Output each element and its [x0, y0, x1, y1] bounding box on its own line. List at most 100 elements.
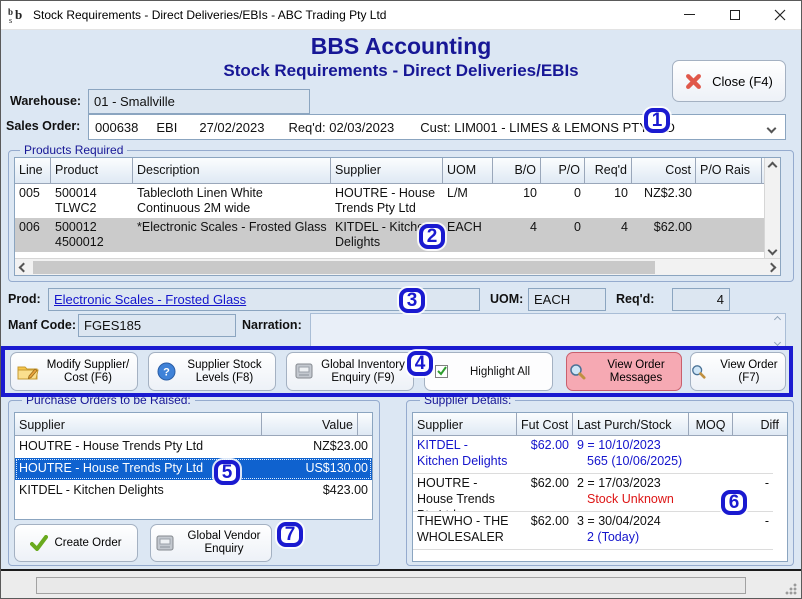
cell-moq [689, 512, 733, 549]
cell-supplier: THEWHO - THE WHOLESALER [413, 512, 517, 549]
create-order-button[interactable]: Create Order [14, 524, 138, 562]
narration-textarea[interactable] [310, 313, 786, 349]
scrollbar-thumb[interactable] [33, 261, 655, 274]
cell-cost: NZ$2.30 [632, 184, 696, 218]
cell-bo: 4 [493, 218, 541, 252]
narration-scrollbar[interactable] [772, 317, 782, 345]
annotation-marker-5: 5 [214, 460, 240, 485]
reqd-field[interactable]: 4 [672, 288, 730, 311]
global-inventory-enquiry-label: Global Inventory Enquiry (F9) [320, 359, 406, 385]
cell-description: *Electronic Scales - Frosted Glass [133, 218, 331, 252]
chevron-down-icon[interactable] [767, 124, 777, 134]
sales-order-customer: Cust: LIM001 - LIMES & LEMONS PTY LTD [420, 120, 675, 135]
cell-supplier: HOUTRE - House Trends Pty Ltd [15, 436, 276, 458]
sales-order-type: EBI [156, 120, 177, 135]
minimize-button[interactable] [667, 0, 712, 29]
scroll-down-icon[interactable] [768, 246, 778, 256]
scroll-up-icon[interactable] [768, 162, 778, 172]
manf-code-field[interactable]: FGES185 [78, 314, 236, 337]
products-required-label: Products Required [20, 143, 127, 157]
cell-fut-cost: $62.00 [517, 512, 573, 549]
cell-cost: $62.00 [632, 218, 696, 252]
purchase-order-row[interactable]: HOUTRE - House Trends Pty Ltd NZ$23.00 [15, 436, 372, 458]
column-header-uom: UOM [443, 158, 493, 183]
global-vendor-enquiry-button[interactable]: Global Vendor Enquiry [150, 524, 272, 562]
purchase-order-row-selected[interactable]: HOUTRE - House Trends Pty Ltd US$130.00 [15, 458, 372, 480]
cell-supplier: HOUTRE - House Trends Pty Ltd [331, 184, 443, 218]
scroll-down-icon[interactable] [773, 339, 780, 346]
maximize-button[interactable] [712, 0, 757, 29]
scroll-right-icon[interactable] [767, 263, 777, 273]
cell-fut-cost: $62.00 [517, 474, 573, 511]
reqd-label: Req'd: [616, 292, 654, 306]
supplier-stock-levels-label: Supplier Stock Levels (F8) [182, 359, 268, 385]
global-inventory-enquiry-button[interactable]: Global Inventory Enquiry (F9) [286, 352, 414, 391]
cell-fut-cost: $62.00 [517, 436, 573, 473]
column-header-value: Value [262, 413, 358, 435]
window-title: Stock Requirements - Direct Deliveries/E… [33, 8, 386, 22]
product-link[interactable]: Electronic Scales - Frosted Glass [54, 292, 246, 307]
supplier-detail-row[interactable]: THEWHO - THE WHOLESALER $62.00 3 = 30/04… [413, 512, 773, 550]
annotation-marker-1: 1 [644, 108, 670, 133]
resize-grip[interactable] [784, 582, 797, 595]
narration-label: Narration: [242, 318, 302, 332]
modify-supplier-cost-button[interactable]: Modify Supplier/ Cost (F6) [10, 352, 138, 391]
cell-reqd: 10 [585, 184, 632, 218]
terminal-icon [155, 535, 175, 552]
product-row-selected[interactable]: 006 5000124500012 *Electronic Scales - F… [15, 218, 764, 252]
manf-code-value: FGES185 [84, 318, 141, 333]
scroll-left-icon[interactable] [19, 263, 29, 273]
column-header-fut-cost: Fut Cost [517, 413, 573, 435]
vertical-scrollbar[interactable] [764, 158, 780, 259]
column-header-supplier: Supplier [15, 413, 262, 435]
cell-diff: - [733, 512, 773, 549]
close-icon [774, 9, 786, 21]
cell-last-purch: 2 = 17/03/2023Stock Unknown [573, 474, 689, 511]
column-header-reqd: Req'd [585, 158, 632, 183]
cell-po: 0 [541, 218, 585, 252]
app-title: BBS Accounting [0, 33, 802, 60]
column-header-cost: Cost [632, 158, 696, 183]
cell-line: 006 [15, 218, 51, 252]
maximize-icon [730, 10, 740, 20]
supplier-details-header: Supplier Fut Cost Last Purch/Stock MOQ D… [413, 413, 787, 436]
purchase-order-row[interactable]: KITDEL - Kitchen Delights $423.00 [15, 480, 372, 502]
uom-field[interactable]: EACH [528, 288, 606, 311]
products-table-header: Line Product Description Supplier UOM B/… [15, 158, 780, 184]
warehouse-field[interactable]: 01 - Smallville [88, 89, 310, 114]
sales-order-date: 27/02/2023 [199, 120, 264, 135]
sales-order-number: 000638 [95, 120, 138, 135]
column-header-po: P/O [541, 158, 585, 183]
uom-value: EACH [534, 292, 570, 307]
view-order-f7-button[interactable]: View Order (F7) [690, 352, 786, 391]
supplier-detail-row[interactable]: KITDEL - Kitchen Delights $62.00 9 = 10/… [413, 436, 773, 474]
magnifier-icon [691, 363, 707, 381]
supplier-details-table: Supplier Fut Cost Last Purch/Stock MOQ D… [412, 412, 788, 562]
svg-text:b: b [15, 7, 22, 22]
scroll-up-icon[interactable] [773, 316, 780, 323]
column-header-supplier: Supplier [413, 413, 517, 435]
supplier-detail-row[interactable]: HOUTRE - House Trends Pty Ltd $62.00 2 =… [413, 474, 773, 512]
view-order-messages-button[interactable]: View Order Messages [566, 352, 682, 391]
minimize-icon [684, 14, 695, 15]
annotation-marker-3: 3 [399, 288, 425, 313]
supplier-stock-levels-button[interactable]: ? Supplier Stock Levels (F8) [148, 352, 276, 391]
sales-order-dropdown[interactable]: 000638 EBI 27/02/2023 Req'd: 02/03/2023 … [88, 114, 786, 140]
column-header-line: Line [15, 158, 51, 183]
products-table: Line Product Description Supplier UOM B/… [14, 157, 781, 276]
close-window-button[interactable] [757, 0, 802, 29]
column-header-last-purch: Last Purch/Stock [573, 413, 689, 435]
cell-bo: 10 [493, 184, 541, 218]
warehouse-value: 01 - Smallville [94, 94, 175, 109]
horizontal-scrollbar[interactable] [15, 258, 780, 275]
cell-po: 0 [541, 184, 585, 218]
column-header-description: Description [133, 158, 331, 183]
purchase-orders-header: Supplier Value [15, 413, 372, 436]
app-logo-icon: b b s [8, 6, 26, 24]
cell-value: $423.00 [276, 480, 372, 502]
cell-product-code: 500014TLWC2 [51, 184, 133, 218]
checkmark-icon [436, 365, 448, 377]
highlight-all-checkbox[interactable] [435, 365, 448, 378]
product-row[interactable]: 005 500014TLWC2 Tablecloth Linen White C… [15, 184, 764, 218]
close-f4-button[interactable]: Close (F4) [672, 60, 786, 102]
